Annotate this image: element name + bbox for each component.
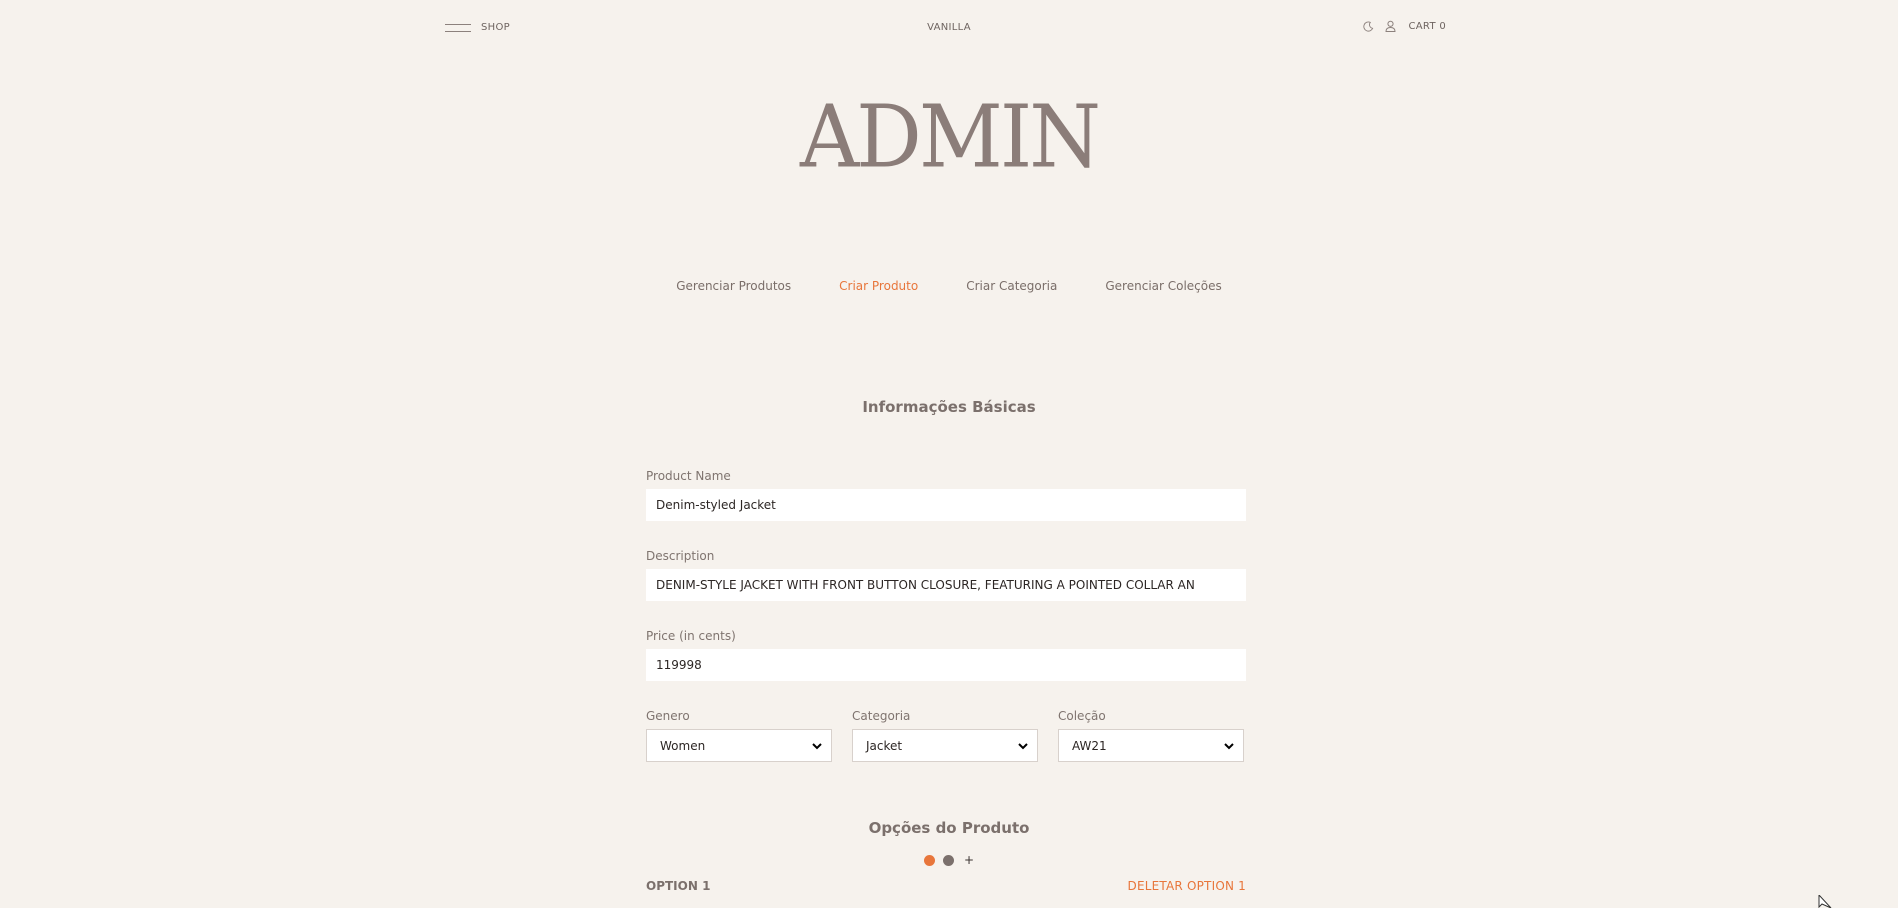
price-input[interactable]: 119998	[646, 649, 1246, 681]
add-option-button[interactable]: +	[964, 853, 974, 867]
chevron-down-icon	[1018, 742, 1028, 749]
genero-label: Genero	[646, 709, 690, 723]
product-options-heading: Opções do Produto	[868, 819, 1030, 837]
colecao-select[interactable]: AW21	[1058, 729, 1244, 762]
description-group: Description DENIM-STYLE JACKET WITH FRON…	[646, 549, 1246, 601]
moon-icon[interactable]	[1363, 20, 1375, 32]
genero-group: Genero Women	[646, 709, 832, 762]
page-title: ADMIN	[799, 87, 1101, 188]
header-tools: CART 0	[1363, 20, 1447, 32]
description-input[interactable]: DENIM-STYLE JACKET WITH FRONT BUTTON CLO…	[646, 569, 1246, 601]
basic-info-heading: Informações Básicas	[862, 398, 1036, 416]
product-name-input[interactable]: Denim-styled Jacket	[646, 489, 1246, 521]
genero-select[interactable]: Women	[646, 729, 832, 762]
colecao-value: AW21	[1072, 738, 1107, 753]
tab-gerenciar-produtos[interactable]: Gerenciar Produtos	[676, 279, 791, 293]
admin-tabs: Gerenciar Produtos Criar Produto Criar C…	[0, 279, 1898, 293]
tab-criar-produto[interactable]: Criar Produto	[839, 279, 918, 293]
option-label: OPTION 1	[646, 879, 711, 893]
price-label: Price (in cents)	[646, 629, 736, 643]
mouse-cursor-icon	[1818, 895, 1832, 908]
option-pager: +	[0, 853, 1898, 867]
colecao-group: Coleção AW21	[1058, 709, 1244, 762]
product-name-label: Product Name	[646, 469, 731, 483]
tab-gerenciar-colecoes[interactable]: Gerenciar Coleções	[1105, 279, 1221, 293]
classification-row: Genero Women Categoria Jacket Coleção AW…	[646, 709, 1246, 762]
chevron-down-icon	[812, 742, 822, 749]
option-dot-1[interactable]	[923, 854, 935, 866]
option-header: OPTION 1 DELETAR OPTION 1	[646, 879, 1246, 893]
price-group: Price (in cents) 119998	[646, 629, 1246, 681]
categoria-select[interactable]: Jacket	[852, 729, 1038, 762]
tab-criar-categoria[interactable]: Criar Categoria	[966, 279, 1057, 293]
brand-logo[interactable]: VANILLA	[0, 22, 1898, 33]
chevron-down-icon	[1224, 742, 1234, 749]
option-dot-2[interactable]	[942, 854, 954, 866]
genero-value: Women	[660, 738, 706, 753]
description-label: Description	[646, 549, 715, 563]
delete-option-button[interactable]: DELETAR OPTION 1	[1128, 879, 1246, 893]
categoria-value: Jacket	[866, 738, 903, 753]
top-navigation-bar: SHOP VANILLA CART 0	[0, 0, 1898, 56]
categoria-group: Categoria Jacket	[852, 709, 1038, 762]
user-icon[interactable]	[1385, 20, 1397, 32]
colecao-label: Coleção	[1058, 709, 1106, 723]
cart-button[interactable]: CART 0	[1409, 21, 1447, 32]
product-name-group: Product Name Denim-styled Jacket	[646, 469, 1246, 521]
categoria-label: Categoria	[852, 709, 911, 723]
